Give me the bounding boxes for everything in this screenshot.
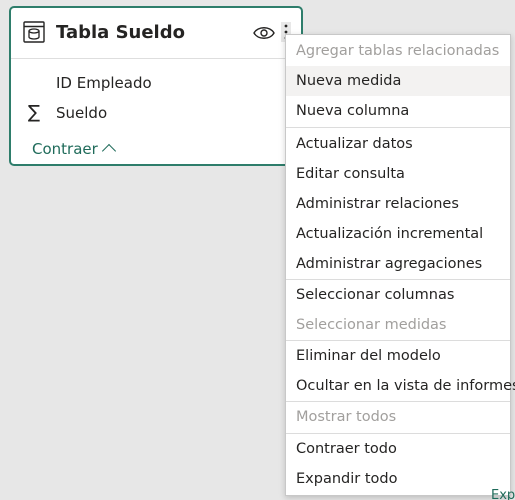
menu-item-contraer-todo[interactable]: Contraer todo <box>286 434 510 464</box>
menu-item-administrar-agregaciones[interactable]: Administrar agregaciones <box>286 249 510 279</box>
table-card[interactable]: Tabla Sueldo ID Empleado ∑ Sueldo Contra… <box>9 6 303 166</box>
menu-item-nueva-medida[interactable]: Nueva medida <box>286 66 510 96</box>
collapse-link[interactable]: Contraer <box>32 140 116 159</box>
menu-item-ocultar-en-vista-informes[interactable]: Ocultar en la vista de informes <box>286 371 515 401</box>
menu-item-actualizacion-incremental[interactable]: Actualización incremental <box>286 219 510 249</box>
menu-item-actualizar-datos[interactable]: Actualizar datos <box>286 129 510 159</box>
menu-item-agregar-tablas-relacionadas: Agregar tablas relacionadas <box>296 43 500 59</box>
partial-expand-link[interactable]: Exp <box>491 488 515 500</box>
model-canvas[interactable]: Tabla Sueldo ID Empleado ∑ Sueldo Contra… <box>0 0 515 500</box>
menu-item-seleccionar-columnas[interactable]: Seleccionar columnas <box>286 280 510 310</box>
field-label: ID Empleado <box>56 74 152 92</box>
table-icon <box>23 21 45 43</box>
eye-icon[interactable] <box>253 25 275 41</box>
chevron-up-icon <box>101 143 116 159</box>
menu-item-expandir-todo[interactable]: Expandir todo <box>286 464 510 494</box>
sigma-icon: ∑ <box>28 102 41 123</box>
menu-separator <box>286 127 510 128</box>
menu-item-editar-consulta[interactable]: Editar consulta <box>286 159 510 189</box>
menu-item-nueva-columna[interactable]: Nueva columna <box>286 96 510 126</box>
table-title: Tabla Sueldo <box>56 22 185 43</box>
collapse-label: Contraer <box>32 140 98 158</box>
menu-item-mostrar-todos: Mostrar todos <box>296 409 397 425</box>
menu-item-administrar-relaciones[interactable]: Administrar relaciones <box>286 189 510 219</box>
field-label: Sueldo <box>56 104 108 122</box>
menu-item-seleccionar-medidas: Seleccionar medidas <box>296 317 447 333</box>
context-menu: Agregar tablas relacionadas Nueva medida… <box>285 34 515 496</box>
menu-item-eliminar-del-modelo[interactable]: Eliminar del modelo <box>286 341 510 371</box>
card-header: Tabla Sueldo <box>11 8 301 59</box>
